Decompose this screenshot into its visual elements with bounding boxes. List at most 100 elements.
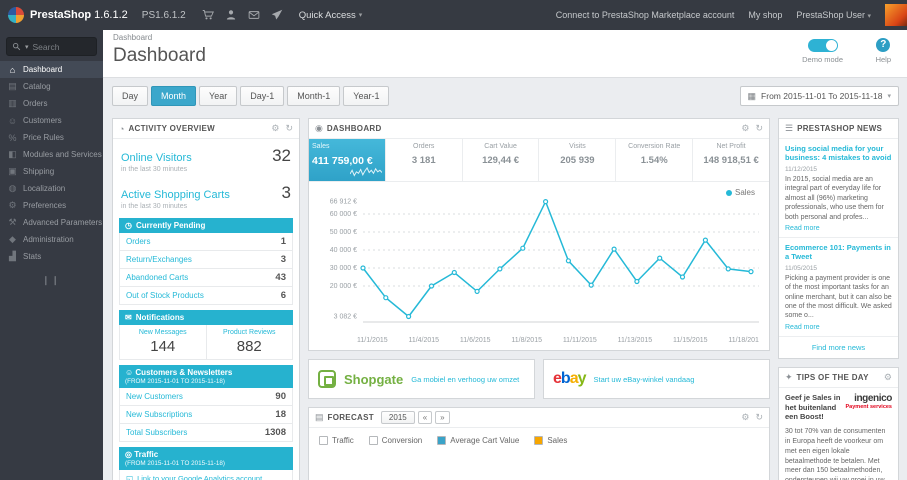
breadcrumb: Dashboard xyxy=(113,33,153,42)
find-more-news-link[interactable]: Find more news xyxy=(779,337,898,358)
filter-day-1-button[interactable]: Day-1 xyxy=(240,86,285,106)
forecast-legend-traffic[interactable]: Traffic xyxy=(319,436,354,445)
demo-mode-toggle[interactable] xyxy=(807,39,838,52)
refresh-icon[interactable]: ↻ xyxy=(755,123,763,134)
ingenico-logo: ingenico Payment services xyxy=(845,393,893,422)
customers-row-label[interactable]: Total Subscribers xyxy=(126,428,187,437)
filter-day-button[interactable]: Day xyxy=(112,86,149,106)
pending-label[interactable]: Abandoned Carts xyxy=(126,273,188,282)
sidebar-item-shipping[interactable]: ▣ Shipping xyxy=(0,163,103,180)
customers-range: (FROM 2015-11-01 TO 2015-11-18) xyxy=(125,378,225,385)
sidebar-item-orders[interactable]: ▥ Orders xyxy=(0,95,103,112)
sidebar-item-catalog[interactable]: ▤ Catalog xyxy=(0,78,103,95)
quick-access-menu[interactable]: Quick Access ▾ xyxy=(299,10,363,21)
sidebar-collapse-button[interactable]: ❙❙ xyxy=(0,275,103,286)
ingenico-logo-subtext: Payment services xyxy=(845,403,892,410)
shipping-icon: ▣ xyxy=(8,166,17,176)
pending-row-orders: Orders 1 xyxy=(119,233,293,251)
kpi-orders[interactable]: Orders 3 181 xyxy=(386,139,463,181)
ebay-promo-link[interactable]: Start uw eBay-winkel vandaag xyxy=(594,375,695,384)
tips-of-the-day-panel: ✦ TIPS OF THE DAY ⚙ Geef je Sales in het… xyxy=(778,366,899,480)
sidebar-item-localization[interactable]: ◍ Localization xyxy=(0,180,103,197)
sidebar-item-dashboard[interactable]: ⌂ Dashboard xyxy=(0,61,103,78)
gear-icon[interactable]: ⚙ xyxy=(271,123,279,134)
google-analytics-link[interactable]: ◱ Link to your Google Analytics account xyxy=(119,470,293,480)
user-menu[interactable]: PrestaShop User ▾ xyxy=(796,10,871,20)
active-carts-link[interactable]: Active Shopping Carts xyxy=(121,189,230,201)
forecast-prev-button[interactable]: « xyxy=(417,411,433,424)
customer-icon[interactable] xyxy=(225,9,237,21)
news-article-title[interactable]: Ecommerce 101: Payments in a Tweet xyxy=(785,243,892,262)
pending-value: 1 xyxy=(280,236,286,247)
gear-icon[interactable]: ⚙ xyxy=(741,412,749,423)
customers-icon: ☺ xyxy=(125,368,134,377)
filter-month-button[interactable]: Month xyxy=(151,86,197,106)
avatar[interactable] xyxy=(885,4,907,26)
customers-row-label[interactable]: New Customers xyxy=(126,392,183,401)
date-range-picker[interactable]: ▦ From 2015-11-01 To 2015-11-18 ▾ xyxy=(739,86,899,106)
kpi-label: Cart Value xyxy=(484,143,517,150)
forecast-legend-conversion[interactable]: Conversion xyxy=(368,436,422,445)
kpi-conversion-rate[interactable]: Conversion Rate 1.54% xyxy=(616,139,694,181)
notification-new-messages[interactable]: New Messages 144 xyxy=(120,325,206,359)
help-button[interactable]: ? Help xyxy=(876,38,891,64)
filter-year-button[interactable]: Year xyxy=(199,86,238,106)
refresh-icon[interactable]: ↻ xyxy=(285,123,293,134)
pending-row-out-of-stock: Out of Stock Products 6 xyxy=(119,287,293,305)
news-article-title[interactable]: Using social media for your business: 4 … xyxy=(785,144,892,163)
forecast-legend-sales[interactable]: Sales xyxy=(534,436,567,445)
ebay-letter: a xyxy=(569,370,579,387)
customers-row-value: 18 xyxy=(275,409,286,420)
pending-title: Currently Pending xyxy=(135,221,206,230)
kpi-label: Conversion Rate xyxy=(628,143,681,150)
sidebar-item-stats[interactable]: ▟ Stats xyxy=(0,248,103,265)
kpi-net-profit[interactable]: Net Profit 148 918,51 € xyxy=(693,139,769,181)
pending-label[interactable]: Orders xyxy=(126,237,150,246)
notification-product-reviews[interactable]: Product Reviews 882 xyxy=(205,325,293,359)
online-visitors-value: 32 xyxy=(272,146,291,165)
svg-text:3 082 €: 3 082 € xyxy=(334,314,357,321)
shop-name-menu[interactable]: PS1.6.1.2 xyxy=(142,10,186,21)
news-article: Ecommerce 101: Payments in a Tweet 11/05… xyxy=(779,238,898,337)
pending-label[interactable]: Out of Stock Products xyxy=(126,291,204,300)
read-more-link[interactable]: Read more xyxy=(785,225,892,232)
dashboard-panel-title: DASHBOARD xyxy=(326,124,382,133)
active-carts-value: 3 xyxy=(281,183,291,202)
forecast-legend-average-cart-value[interactable]: Average Cart Value xyxy=(437,436,519,445)
rocket-icon[interactable] xyxy=(271,9,283,21)
ebay-letter: b xyxy=(560,370,571,387)
sidebar-item-administration[interactable]: ◆ Administration xyxy=(0,231,103,248)
gear-icon[interactable]: ⚙ xyxy=(884,372,892,383)
kpi-visits[interactable]: Visits 205 939 xyxy=(539,139,617,181)
customers-row-total-subscribers: Total Subscribers 1308 xyxy=(119,424,293,442)
forecast-year-select[interactable]: 2015 xyxy=(380,411,415,424)
filter-year-1-button[interactable]: Year-1 xyxy=(343,86,390,106)
cart-icon[interactable] xyxy=(202,9,214,21)
lightbulb-icon: ✦ xyxy=(785,371,793,382)
kpi-cart-value[interactable]: Cart Value 129,44 € xyxy=(463,139,540,181)
forecast-next-button[interactable]: » xyxy=(435,411,450,424)
customers-row-label[interactable]: New Subscriptions xyxy=(126,410,192,419)
ebay-logo: ebay xyxy=(553,370,586,388)
online-visitors-link[interactable]: Online Visitors xyxy=(121,152,192,164)
admin-search[interactable]: ▾ xyxy=(6,37,97,56)
forecast-panel-title: FORECAST xyxy=(327,413,374,422)
sidebar-item-price-rules[interactable]: % Price Rules xyxy=(0,129,103,146)
shopgate-promo-link[interactable]: Ga mobiel en verhoog uw omzet xyxy=(411,375,519,384)
gear-icon[interactable]: ⚙ xyxy=(741,123,749,134)
search-scope-caret-icon[interactable]: ▾ xyxy=(25,43,29,51)
kpi-sales[interactable]: Sales 411 759,00 € xyxy=(309,139,386,181)
filter-month-1-button[interactable]: Month-1 xyxy=(287,86,341,106)
sidebar-item-preferences[interactable]: ⚙ Preferences xyxy=(0,197,103,214)
message-icon[interactable] xyxy=(248,9,260,21)
pending-label[interactable]: Return/Exchanges xyxy=(126,255,192,264)
marketplace-link[interactable]: Connect to PrestaShop Marketplace accoun… xyxy=(556,10,735,20)
read-more-link[interactable]: Read more xyxy=(785,324,892,331)
refresh-icon[interactable]: ↻ xyxy=(755,412,763,423)
sidebar-item-modules[interactable]: ◧ Modules and Services xyxy=(0,146,103,163)
legend-label: Sales xyxy=(734,188,755,197)
my-shop-link[interactable]: My shop xyxy=(748,10,782,20)
sidebar-item-customers[interactable]: ☺ Customers xyxy=(0,112,103,129)
sidebar-item-advanced-parameters[interactable]: ⚒ Advanced Parameters xyxy=(0,214,103,231)
search-input[interactable] xyxy=(32,41,91,52)
